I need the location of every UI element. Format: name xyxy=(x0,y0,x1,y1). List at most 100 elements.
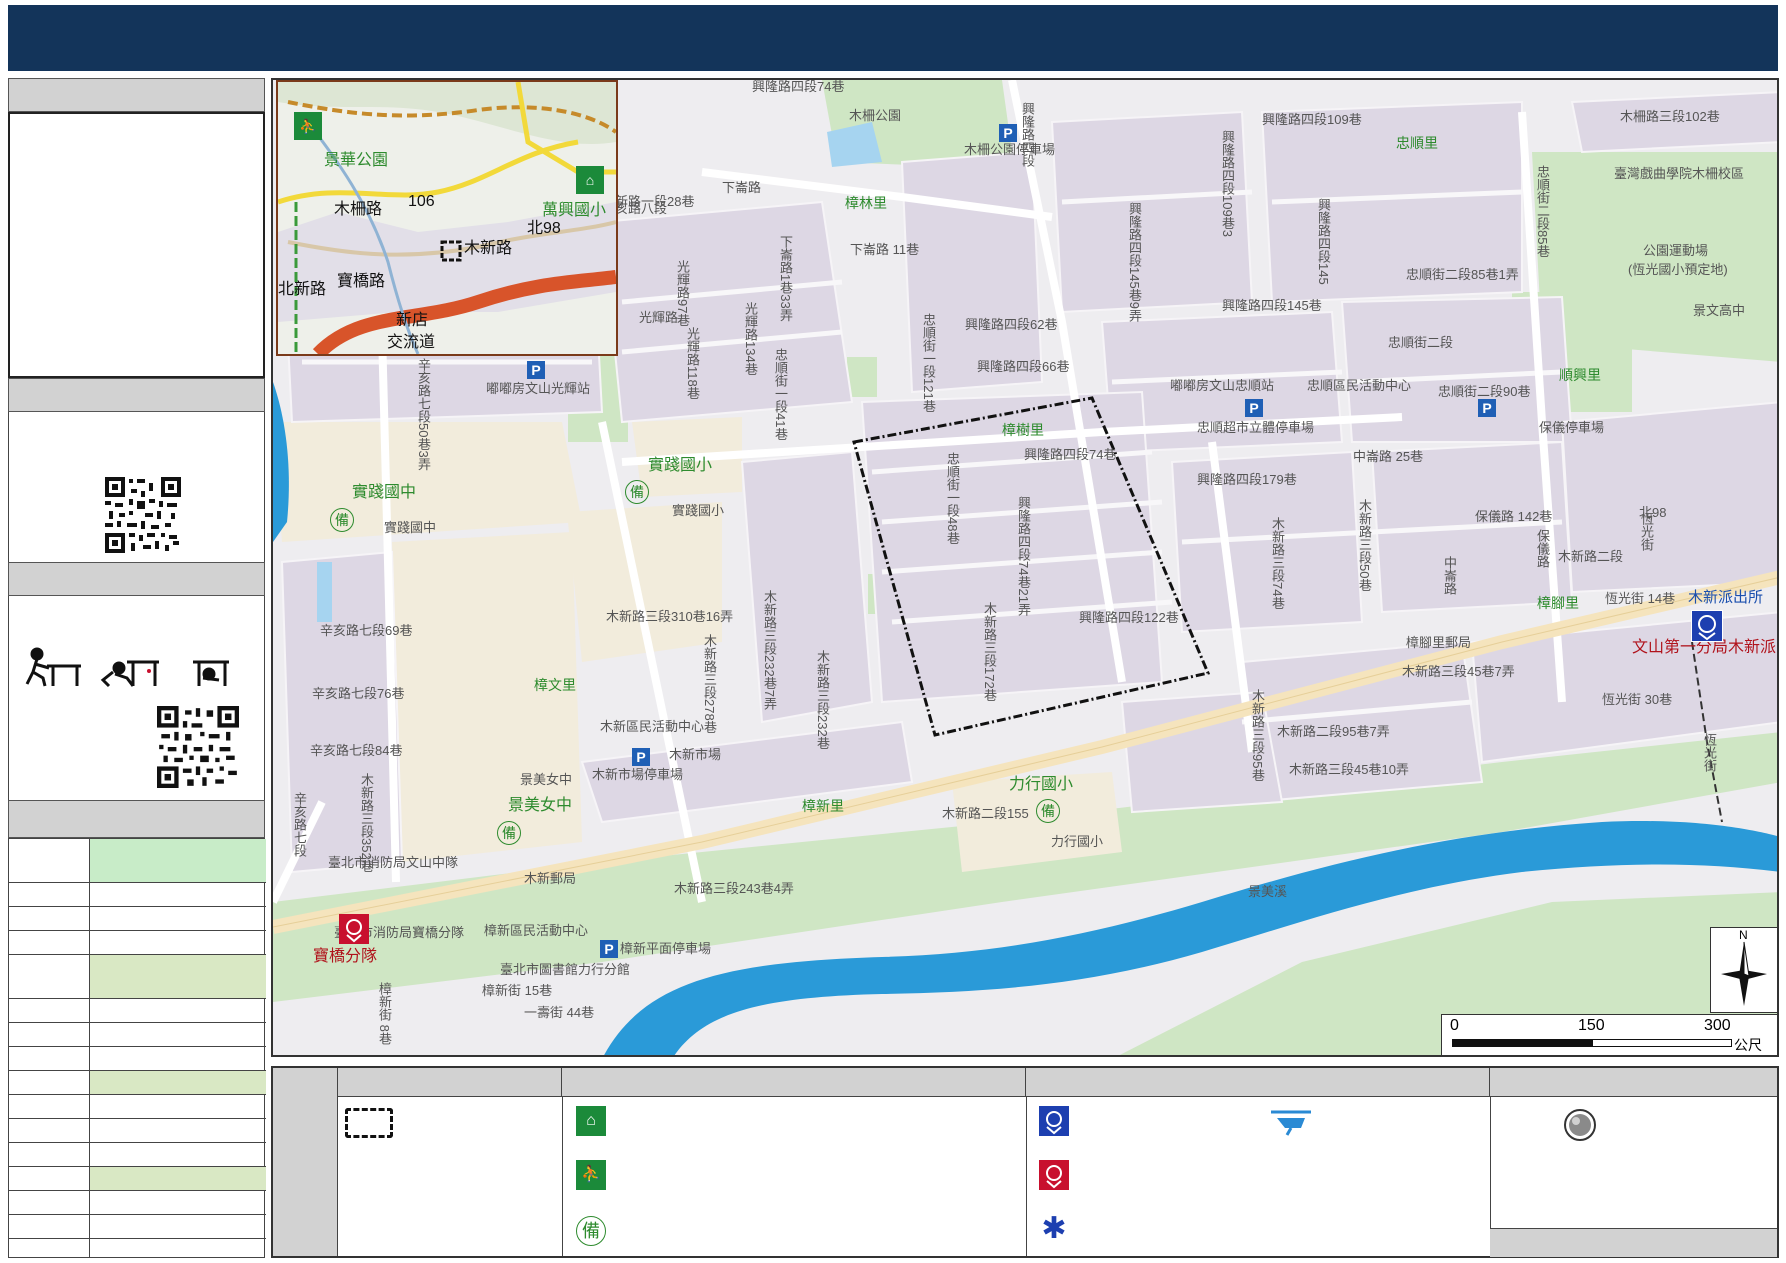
map-label: 樟新區民活動中心 xyxy=(484,923,589,938)
map-label: 木新路二段95巷7弄 xyxy=(1277,724,1390,739)
map-label: 寶橋分隊 xyxy=(313,948,378,965)
fire-station-icon[interactable] xyxy=(339,914,369,944)
map-label: 辛亥路七段69巷 xyxy=(320,623,413,638)
parking-icon[interactable]: P xyxy=(632,748,650,766)
parking-icon[interactable]: P xyxy=(999,124,1017,142)
inset-label: 北新路 xyxy=(278,281,327,298)
inset-label: 106 xyxy=(408,193,435,210)
map-label: 忠順街二段90巷 xyxy=(1438,384,1531,399)
legend: ⌂ ⛹ 備 ✱ xyxy=(271,1066,1779,1258)
map-label: 木新路二段155 xyxy=(942,806,1029,821)
parking-icon[interactable]: P xyxy=(527,361,545,379)
qr-code-icon[interactable] xyxy=(105,477,181,553)
shelter-icon: 備 xyxy=(497,821,521,845)
table-row xyxy=(9,1071,266,1095)
map-label: 臺灣戲曲學院木柵校區 xyxy=(1614,166,1745,181)
inset-label: 木柵路 xyxy=(334,201,383,218)
map-label: 實踐國中 xyxy=(352,484,417,501)
police-station-icon xyxy=(1039,1106,1069,1136)
shelter-table-header xyxy=(8,800,265,838)
map-label: 光輝路 xyxy=(639,310,679,325)
map-label: 公園運動場 xyxy=(1643,243,1709,258)
shelter-icon: 備 xyxy=(330,508,354,532)
qr-panel xyxy=(8,412,265,562)
map-label: 木柵路三段102巷 xyxy=(1620,109,1720,124)
map-street-label: 光輝路97巷 xyxy=(675,260,690,327)
map-label: 臺北市消防局文山中隊 xyxy=(328,855,459,870)
legend-footer xyxy=(1490,1228,1777,1257)
map-street-label: 中崙路 xyxy=(1442,556,1457,595)
table-row xyxy=(9,955,266,999)
medical-star-icon: ✱ xyxy=(1041,1212,1067,1245)
map-label: 忠順里 xyxy=(1396,135,1438,151)
map-label: 興隆路四段109巷 xyxy=(1262,112,1362,127)
evacuation-park-icon: ⛹ xyxy=(576,1160,606,1190)
parking-icon[interactable]: P xyxy=(1245,399,1263,417)
legend-col-other xyxy=(1490,1068,1777,1096)
table-row xyxy=(9,1239,266,1257)
inset-map[interactable]: ⛹ ⌂ 景華公園 木柵路 106 萬興國小 北98 木新路 寶橋路 北新路 新店 交流道 xyxy=(276,80,618,356)
map-label: 木新市場 xyxy=(669,747,722,762)
map-label: 木新區民活動中心 xyxy=(600,719,705,734)
gray-circle-icon xyxy=(1563,1108,1597,1142)
map-label: 興隆路四段66巷 xyxy=(977,359,1070,374)
map-street-label: 木新路三段278巷 xyxy=(702,634,717,734)
map-label: 文山第一分局木新派出所 xyxy=(1632,639,1777,656)
parking-icon[interactable]: P xyxy=(600,940,618,958)
map-label: 木新郵局 xyxy=(524,871,577,886)
map-label: 木新路三段45巷7弄 xyxy=(1402,664,1515,679)
map-street-label: 光輝路134巷 xyxy=(743,302,758,376)
map-label: 木新路二段 xyxy=(1558,549,1624,564)
map-label: 景美女中 xyxy=(520,772,573,787)
map-street-label: 辛亥路七段50巷3弄 xyxy=(416,358,431,471)
scale-bar: 0 150 300 公尺 xyxy=(1441,1014,1777,1055)
map-label: 嘟嘟房文山忠順站 xyxy=(1170,378,1275,393)
map-street-label: 木新路三段172巷 xyxy=(982,602,997,702)
north-arrow: N xyxy=(1710,927,1777,1013)
table-row xyxy=(9,839,266,883)
map-label: 忠順街二段85巷1弄 xyxy=(1406,267,1519,282)
map-street-label: 興隆路四段145巷9弄 xyxy=(1127,202,1142,322)
map-label: 景文高中 xyxy=(1693,303,1746,318)
school-shelter-icon: ⌂ xyxy=(576,1106,606,1136)
map-street-label: 木新路三段50巷 xyxy=(1357,499,1372,592)
map-label: 樟腳里郵局 xyxy=(1406,635,1472,650)
table-row xyxy=(9,1167,266,1191)
earthquake-panel-header xyxy=(8,562,265,596)
fire-station-icon xyxy=(1039,1160,1069,1190)
map-label: 興隆路四段74巷 xyxy=(752,79,845,94)
table-row xyxy=(9,1047,266,1071)
parking-icon[interactable]: P xyxy=(1478,399,1496,417)
map-label: 實踐國小 xyxy=(672,503,725,518)
table-row xyxy=(9,999,266,1023)
map-label: 一壽街 44巷 xyxy=(524,1005,595,1020)
map-street-label: 忠順街二段85巷 xyxy=(1535,165,1550,258)
inset-label: 木新路 xyxy=(464,240,513,257)
map-street-label: 忠順街一段41巷 xyxy=(773,348,788,441)
map-label: 臺北市圖書館力行分館 xyxy=(500,962,631,977)
scale-label-300: 300 xyxy=(1704,1017,1731,1034)
map-label: 樟新平面停車場 xyxy=(620,941,712,956)
legend-side-header xyxy=(273,1068,338,1256)
map-street-label: 辛亥路七段 xyxy=(292,792,307,857)
inset-label: 寶橋路 xyxy=(337,273,386,290)
map-street-label: 木新路三段74巷 xyxy=(1270,517,1285,610)
table-row xyxy=(9,1191,266,1215)
table-row xyxy=(9,931,266,955)
map-label: 木柵公園 xyxy=(849,108,902,123)
map-label: 興隆路四段145巷 xyxy=(1222,298,1322,313)
police-station-icon[interactable] xyxy=(1691,610,1723,642)
map-label: 下崙路 11巷 xyxy=(850,242,920,257)
scale-unit: 公尺 xyxy=(1734,1037,1762,1053)
inset-label: 北98 xyxy=(527,220,561,237)
map-label: 辛亥路七段84巷 xyxy=(310,743,403,758)
qr-code-icon[interactable] xyxy=(157,706,239,788)
map-label: 木柵公園停車場 xyxy=(964,142,1056,157)
map-street-label: 木新路三段352巷 xyxy=(359,773,374,873)
map-label: 木新路三段45巷10弄 xyxy=(1289,762,1409,777)
map-street-label: 木新路三段232巷 xyxy=(815,650,830,750)
map-street-label: 興隆路四段109巷3 xyxy=(1220,130,1235,237)
map-street-label: 木新路三段95巷 xyxy=(1250,689,1265,782)
map-street-label: 忠順街一段121巷 xyxy=(921,313,936,413)
map-label: 樟文里 xyxy=(534,677,576,693)
